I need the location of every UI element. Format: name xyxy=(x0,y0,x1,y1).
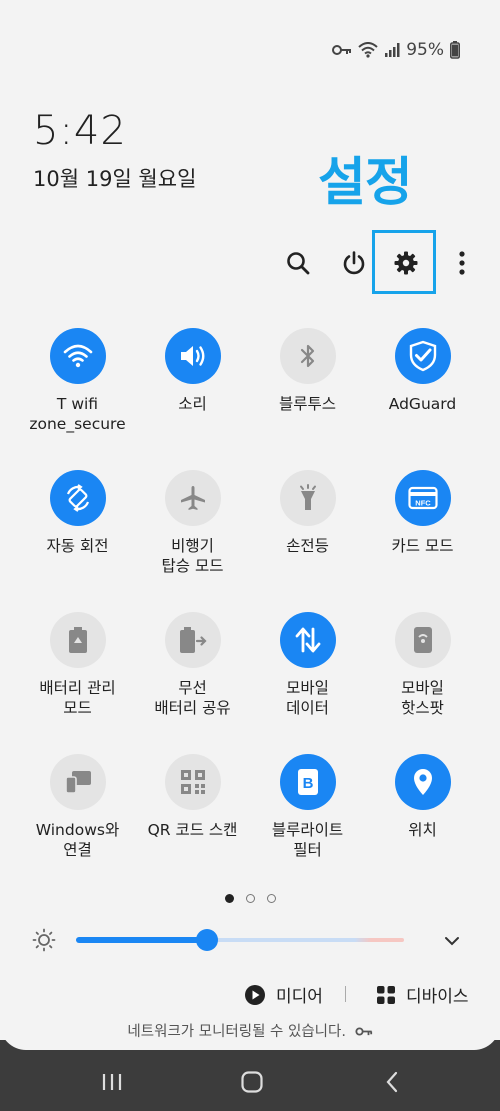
tile-bluetooth[interactable]: 블루투스 xyxy=(250,328,365,414)
sound-icon xyxy=(180,346,204,366)
home-button[interactable] xyxy=(232,1066,272,1098)
devices-button[interactable]: 디바이스 xyxy=(376,982,469,1007)
tile-label: T wifi zone_secure xyxy=(29,395,126,433)
svg-text:NFC: NFC xyxy=(415,499,431,508)
settings-annotation: 설정 xyxy=(318,153,413,213)
tile-label: 모바일 데이터 xyxy=(286,679,329,717)
brightness-sun-icon xyxy=(32,928,56,952)
tile-link-to-windows[interactable]: Windows와 연결 xyxy=(20,754,135,860)
wifi-status-icon xyxy=(358,42,378,58)
tile-label: 모바일 핫스팟 xyxy=(401,679,444,717)
tile-qr-scan[interactable]: QR 코드 스캔 xyxy=(135,754,250,840)
brightness-control xyxy=(30,925,470,955)
tile-airplane-mode[interactable]: 비행기 탑승 모드 xyxy=(135,470,250,576)
shield-check-icon xyxy=(409,340,436,372)
tile-label: 손전등 xyxy=(286,537,329,555)
battery-share-icon xyxy=(179,627,207,653)
link-windows-icon xyxy=(64,771,91,794)
tile-label: 카드 모드 xyxy=(391,537,454,555)
tile-wireless-battery-share[interactable]: 무선 배터리 공유 xyxy=(135,612,250,718)
bluetooth-icon xyxy=(300,344,314,368)
signal-icon xyxy=(384,42,400,58)
tile-adguard[interactable]: AdGuard xyxy=(365,328,480,414)
back-icon xyxy=(386,1071,398,1093)
back-button[interactable] xyxy=(372,1066,412,1098)
page-indicator xyxy=(0,894,500,903)
tile-card-mode[interactable]: NFC 카드 모드 xyxy=(365,470,480,556)
divider xyxy=(345,986,346,1002)
blue-light-filter-icon: B xyxy=(297,769,318,795)
flashlight-icon xyxy=(299,484,316,510)
devices-label: 디바이스 xyxy=(406,987,469,1007)
search-icon xyxy=(287,252,310,275)
tile-label: 배터리 관리 모드 xyxy=(39,679,116,717)
vpn-key-icon xyxy=(355,1027,372,1036)
settings-highlight-box xyxy=(372,230,436,294)
airplane-icon xyxy=(180,486,205,510)
media-button[interactable]: 미디어 xyxy=(244,982,323,1007)
chevron-down-icon xyxy=(445,937,459,946)
brightness-slider-thumb[interactable] xyxy=(196,929,219,951)
page-dot-active[interactable] xyxy=(224,894,234,903)
tile-label: 블루투스 xyxy=(278,395,337,413)
clock-date: 10월 19일 월요일 xyxy=(33,167,197,191)
tile-blue-light-filter[interactable]: B 블루라이트 필터 xyxy=(250,754,365,860)
media-label: 미디어 xyxy=(276,987,323,1007)
mobile-data-icon xyxy=(295,627,320,653)
home-icon xyxy=(241,1071,263,1093)
tile-mobile-hotspot[interactable]: 모바일 핫스팟 xyxy=(365,612,480,718)
more-options-button[interactable] xyxy=(436,237,488,289)
tile-label: 비행기 탑승 모드 xyxy=(161,537,224,575)
auto-rotate-icon xyxy=(66,484,89,512)
recent-apps-button[interactable] xyxy=(92,1066,132,1098)
tile-battery-management[interactable]: 배터리 관리 모드 xyxy=(20,612,135,718)
wifi-icon xyxy=(63,344,92,368)
location-icon xyxy=(413,769,432,795)
tile-mobile-data[interactable]: 모바일 데이터 xyxy=(250,612,365,718)
devices-grid-icon xyxy=(377,985,395,1004)
tile-label: Windows와 연결 xyxy=(35,821,120,859)
tile-location[interactable]: 위치 xyxy=(365,754,480,840)
more-vert-icon xyxy=(459,251,465,275)
vpn-key-icon xyxy=(332,43,352,57)
search-button[interactable] xyxy=(272,237,324,289)
media-devices-row: 미디어 디바이스 xyxy=(0,982,500,1008)
status-bar: 95% xyxy=(332,38,460,62)
tile-label: 소리 xyxy=(178,395,207,413)
tile-wifi[interactable]: T wifi zone_secure xyxy=(20,328,135,434)
page-dot[interactable] xyxy=(266,894,276,903)
tile-flashlight[interactable]: 손전등 xyxy=(250,470,365,556)
notice-text: 네트워크가 모니터링될 수 있습니다. xyxy=(127,1024,346,1040)
brightness-fill xyxy=(76,937,208,943)
qr-code-icon xyxy=(180,770,205,794)
nfc-card-icon: NFC xyxy=(407,486,438,510)
system-navigation-bar xyxy=(0,1058,500,1106)
page-dot[interactable] xyxy=(245,894,255,903)
tile-label: 블루라이트 필터 xyxy=(271,821,344,859)
power-icon xyxy=(343,251,365,275)
tile-label: 위치 xyxy=(408,821,437,839)
tile-sound[interactable]: 소리 xyxy=(135,328,250,414)
svg-text:B: B xyxy=(302,775,313,792)
tile-label: QR 코드 스캔 xyxy=(147,821,238,839)
recent-apps-icon xyxy=(102,1074,122,1090)
tile-auto-rotate[interactable]: 자동 회전 xyxy=(20,470,135,556)
tile-label: 무선 배터리 공유 xyxy=(154,679,231,717)
clock-time: 5:42 xyxy=(33,108,127,154)
hotspot-icon xyxy=(413,627,432,653)
battery-percent: 95% xyxy=(406,40,444,60)
battery-icon xyxy=(450,41,460,59)
brightness-expand-button[interactable] xyxy=(440,929,464,953)
network-monitoring-notice[interactable]: 네트워크가 모니터링될 수 있습니다. xyxy=(0,1020,500,1041)
tile-label: 자동 회전 xyxy=(46,537,109,555)
battery-recycle-icon xyxy=(68,627,87,653)
tile-label: AdGuard xyxy=(388,395,457,413)
play-circle-icon xyxy=(245,984,265,1005)
